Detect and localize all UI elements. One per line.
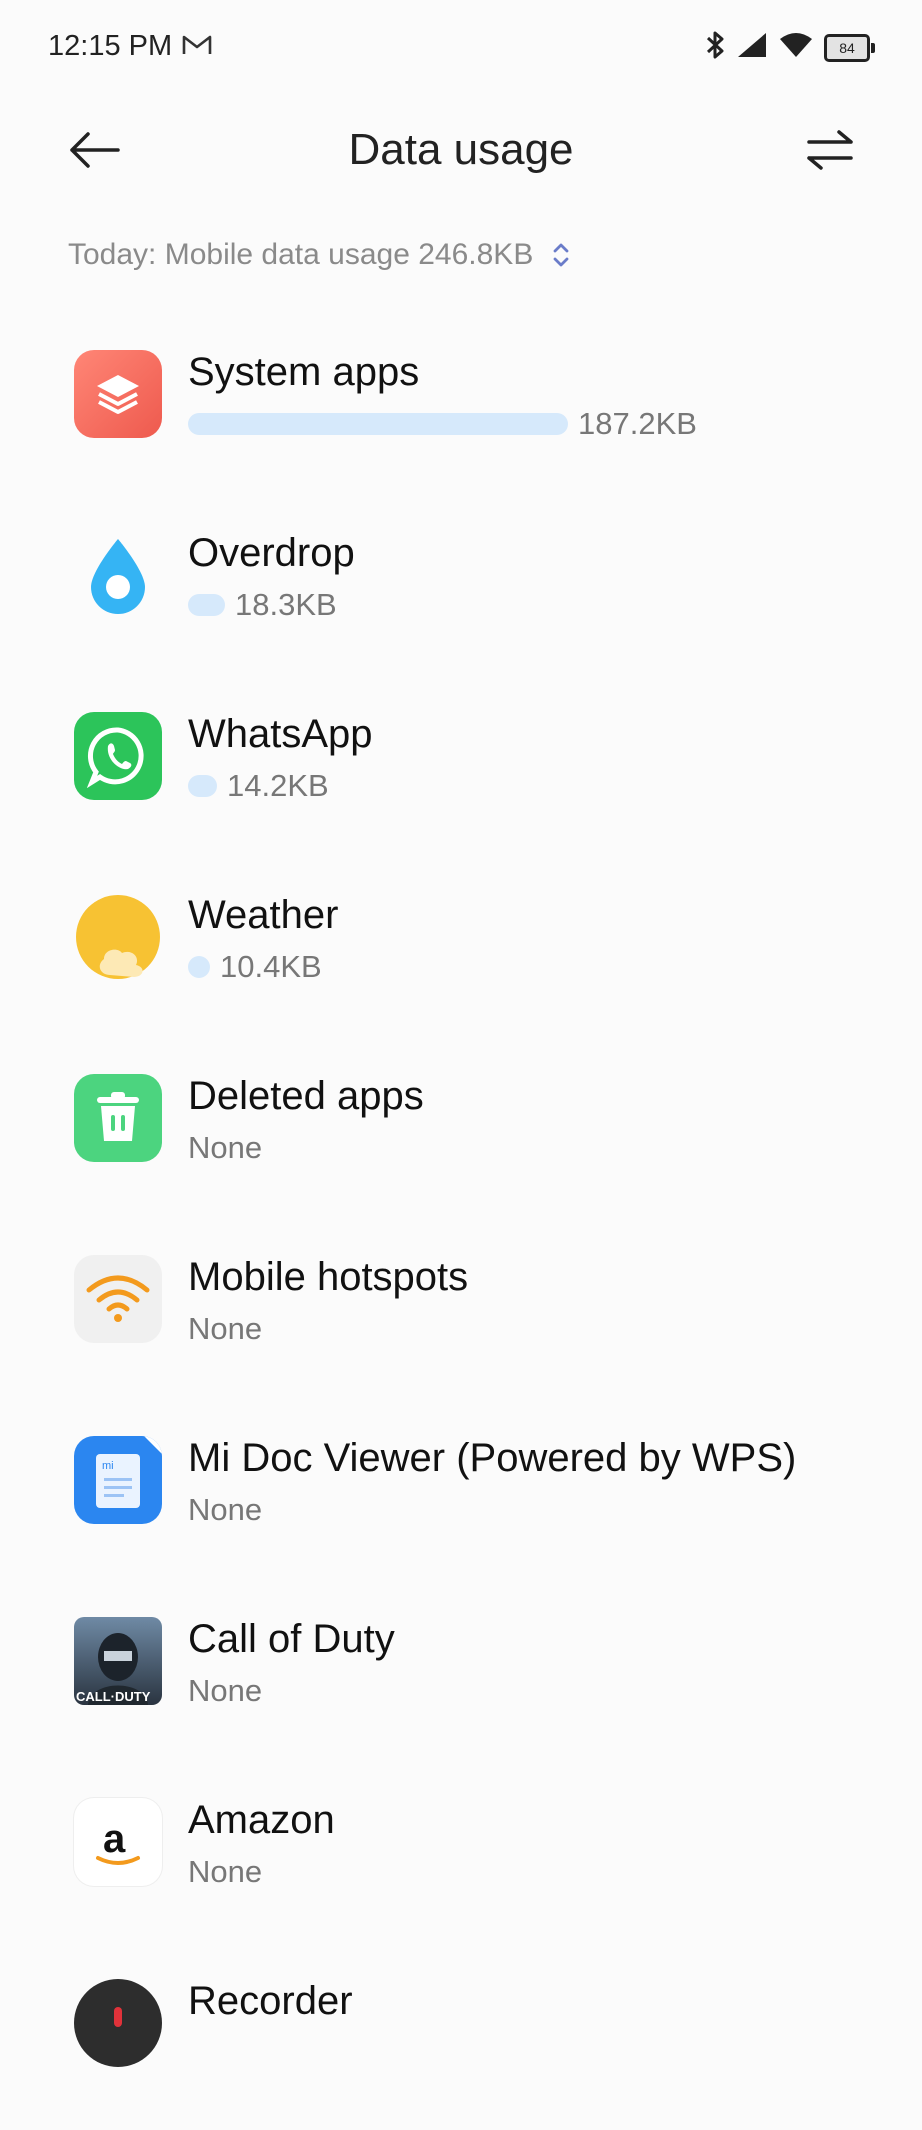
list-item[interactable]: Recorder	[0, 1949, 922, 2130]
usage-value: None	[188, 1854, 263, 1889]
list-item[interactable]: Weather 10.4KB	[0, 863, 922, 1044]
call-of-duty-icon: CALL·DUTY	[74, 1617, 162, 1705]
usage-value: None	[188, 1311, 263, 1346]
app-name: Call of Duty	[188, 1617, 395, 1661]
usage-line: 18.3KB	[188, 587, 337, 623]
usage-summary[interactable]: Today: Mobile data usage 246.8KB	[68, 238, 571, 272]
battery-icon: 84	[824, 33, 875, 62]
list-item[interactable]: Overdrop 18.3KB	[0, 501, 922, 682]
usage-value: None	[188, 1673, 263, 1708]
document-icon: mi	[74, 1436, 162, 1524]
cod-label-text: CALL·DUTY	[76, 1689, 151, 1704]
filter-button[interactable]	[800, 120, 860, 180]
usage-value: 14.2KB	[227, 768, 329, 803]
app-name: Overdrop	[188, 531, 355, 575]
status-time: 12:15 PM	[48, 30, 173, 62]
list-item[interactable]: WhatsApp 14.2KB	[0, 682, 922, 863]
list-item[interactable]: Mobile hotspots None	[0, 1225, 922, 1406]
usage-bar	[188, 594, 225, 616]
usage-value: 187.2KB	[578, 406, 697, 441]
list-item[interactable]: CALL·DUTY Call of Duty None	[0, 1587, 922, 1768]
status-icons: 84	[704, 30, 875, 65]
amazon-letter-text: a	[103, 1817, 126, 1861]
recorder-icon	[74, 1979, 162, 2067]
overdrop-icon	[74, 531, 162, 619]
list-item[interactable]: mi Mi Doc Viewer (Powered by WPS) None	[0, 1406, 922, 1587]
usage-line: 187.2KB	[188, 406, 697, 442]
trash-icon	[74, 1074, 162, 1162]
usage-bar	[188, 956, 210, 978]
app-usage-list: System apps 187.2KB Overdrop 18.3KB What…	[0, 320, 922, 2130]
status-bar: 12:15 PM 84	[0, 0, 922, 100]
bluetooth-icon	[704, 30, 726, 65]
gmail-icon	[182, 34, 212, 61]
swap-arrows-icon	[807, 130, 853, 170]
app-name: Mi Doc Viewer (Powered by WPS)	[188, 1436, 797, 1480]
usage-value: None	[188, 1130, 263, 1165]
usage-value: 18.3KB	[235, 587, 337, 622]
cellular-signal-icon	[736, 31, 768, 64]
page-title: Data usage	[348, 125, 574, 174]
app-name: Mobile hotspots	[188, 1255, 469, 1299]
usage-value: 10.4KB	[220, 949, 322, 984]
app-name: Deleted apps	[188, 1074, 424, 1118]
doc-badge-text: mi	[102, 1460, 114, 1472]
header: Data usage	[0, 100, 922, 200]
app-name: Weather	[188, 893, 339, 937]
hotspot-icon	[74, 1255, 162, 1343]
usage-value: None	[188, 1492, 263, 1527]
system-apps-icon	[74, 350, 162, 438]
app-name: WhatsApp	[188, 712, 373, 756]
list-item[interactable]: Deleted apps None	[0, 1044, 922, 1225]
usage-line: 14.2KB	[188, 768, 329, 804]
wifi-icon	[778, 31, 814, 64]
app-name: Recorder	[188, 1979, 353, 2023]
summary-text: Today: Mobile data usage 246.8KB	[68, 238, 534, 271]
usage-line: 10.4KB	[188, 949, 322, 985]
list-item[interactable]: a Amazon None	[0, 1768, 922, 1949]
usage-bar	[188, 775, 217, 797]
app-name: System apps	[188, 350, 420, 394]
amazon-icon: a	[74, 1798, 162, 1886]
list-item[interactable]: System apps 187.2KB	[0, 320, 922, 501]
usage-bar	[188, 413, 568, 435]
app-name: Amazon	[188, 1798, 335, 1842]
sort-chevrons-icon	[553, 243, 569, 267]
weather-icon	[74, 893, 162, 981]
whatsapp-icon	[74, 712, 162, 800]
